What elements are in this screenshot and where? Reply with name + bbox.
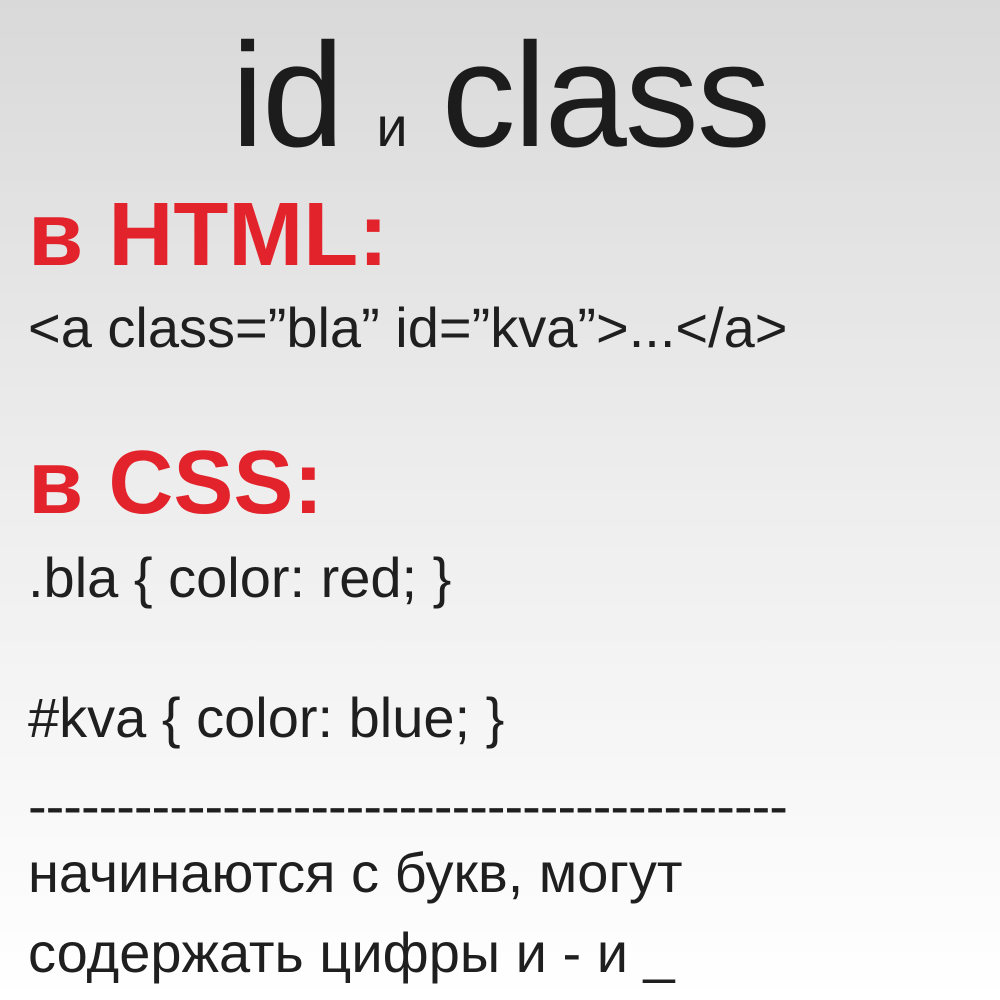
title-id-word: id [231, 13, 344, 178]
note-line-1: начинаются с букв, могут [28, 841, 683, 904]
title-conjunction: и [376, 95, 408, 158]
page-title: id и class [0, 22, 1000, 170]
note-line-2: содержать цифры и - и _ [28, 921, 675, 984]
divider-line: ----------------------------------------… [28, 774, 788, 837]
css-section-heading: в CSS: [28, 433, 324, 533]
title-class-word: class [441, 13, 771, 178]
css-rule-class: .bla { color: red; } [28, 546, 452, 609]
html-section-heading: в HTML: [28, 185, 389, 285]
html-code-example: <a class=”bla” id=”kva”>...</a> [28, 296, 788, 359]
css-rule-id: #kva { color: blue; } [28, 686, 505, 749]
